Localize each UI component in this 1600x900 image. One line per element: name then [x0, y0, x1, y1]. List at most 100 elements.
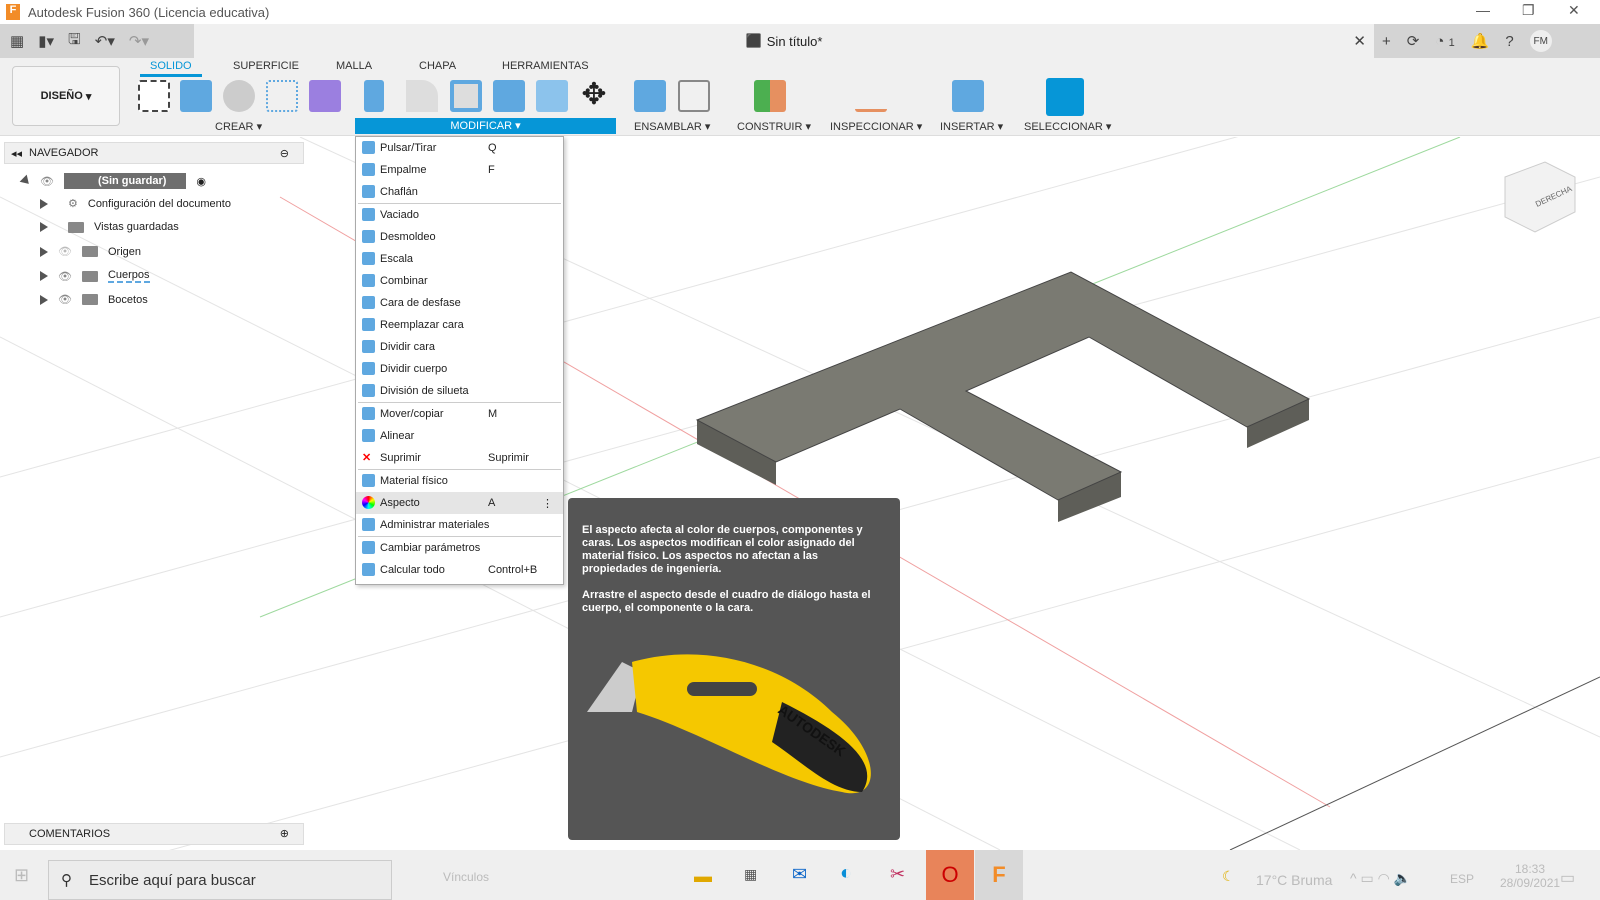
undo-icon[interactable]: ↶▾: [95, 32, 115, 50]
apps-grid-icon[interactable]: ▦: [10, 32, 24, 50]
tab-solido[interactable]: SOLIDO: [140, 60, 202, 77]
split-body-icon[interactable]: [536, 80, 568, 112]
create-sketch-icon[interactable]: [138, 80, 170, 112]
activate-radio-icon[interactable]: ◉: [196, 175, 206, 188]
job-status-icon[interactable]: ◔ 1: [1435, 33, 1454, 50]
clock[interactable]: 18:33 28/09/2021: [1500, 862, 1560, 890]
weather-text[interactable]: 17°C Bruma: [1256, 872, 1332, 888]
workspace-dropdown[interactable]: DISEÑO ▾: [12, 66, 120, 126]
expand-icon[interactable]: [40, 198, 48, 209]
close-tab-icon[interactable]: ✕: [1353, 32, 1366, 50]
browser-item-sketches[interactable]: 👁 Bocetos: [40, 293, 148, 306]
links-toolbar[interactable]: Vínculos: [443, 870, 489, 884]
mail-icon[interactable]: ✉: [792, 864, 807, 885]
weather-icon[interactable]: ☾: [1222, 868, 1235, 885]
store-icon[interactable]: ▦: [744, 866, 757, 883]
fillet-icon[interactable]: [406, 80, 438, 112]
tab-superficie[interactable]: SUPERFICIE: [233, 60, 299, 72]
joint-icon[interactable]: [678, 80, 710, 112]
combine-icon[interactable]: [493, 80, 525, 112]
eye-icon[interactable]: 👁: [58, 293, 72, 306]
revolve-icon[interactable]: [223, 80, 255, 112]
menu-item-vaciado[interactable]: Vaciado: [356, 204, 563, 226]
opera-icon[interactable]: O: [926, 850, 974, 900]
file-explorer-icon[interactable]: ▬: [694, 866, 712, 887]
menu-item-material-fisico[interactable]: Material físico: [356, 470, 563, 492]
close-window-button[interactable]: ✕: [1568, 2, 1580, 19]
document-tab[interactable]: ⬛ Sin título* ✕: [194, 24, 1374, 58]
minimize-browser-icon[interactable]: ⊖: [280, 147, 289, 160]
eye-icon[interactable]: 👁: [58, 270, 72, 283]
menu-item-dividir-cuerpo[interactable]: Dividir cuerpo: [356, 358, 563, 380]
more-options-icon[interactable]: ⋮: [542, 497, 553, 510]
measure-icon[interactable]: [855, 80, 887, 112]
taskbar-search[interactable]: ⚲ Escribe aquí para buscar: [48, 860, 392, 900]
tab-herramientas[interactable]: HERRAMIENTAS: [502, 60, 589, 72]
construir-group[interactable]: CONSTRUIR ▾: [737, 120, 811, 133]
crear-group[interactable]: CREAR ▾: [215, 120, 262, 133]
menu-item-chaflan[interactable]: Chaflán: [356, 181, 563, 203]
edge-icon[interactable]: ◐: [840, 862, 852, 885]
move-icon[interactable]: ✥: [578, 80, 610, 112]
browser-item-bodies[interactable]: 👁 Cuerpos: [40, 269, 150, 283]
extrude-icon[interactable]: [180, 80, 212, 112]
menu-item-cara-de-desfase[interactable]: Cara de desfase: [356, 292, 563, 314]
offset-plane-icon[interactable]: [754, 80, 786, 112]
menu-item-reemplazar-cara[interactable]: Reemplazar cara: [356, 314, 563, 336]
language-indicator[interactable]: ESP: [1450, 872, 1474, 886]
insert-image-icon[interactable]: [952, 80, 984, 112]
menu-item-administrar-materiales[interactable]: Administrar materiales: [356, 514, 563, 536]
menu-item-suprimir[interactable]: ✕ Suprimir Suprimir: [356, 447, 563, 469]
extensions-icon[interactable]: ⟳: [1407, 32, 1420, 50]
file-menu-icon[interactable]: ▮▾: [38, 32, 54, 50]
menu-item-alinear[interactable]: Alinear: [356, 425, 563, 447]
menu-item-mover-copiar[interactable]: Mover/copiar M: [356, 403, 563, 425]
browser-item-views[interactable]: Vistas guardadas: [40, 221, 179, 233]
expand-icon[interactable]: [40, 222, 48, 232]
menu-item-calcular-todo[interactable]: Calcular todo Control+B: [356, 559, 563, 581]
expand-icon[interactable]: [40, 294, 48, 305]
expand-icon[interactable]: [40, 246, 48, 257]
fusion-taskbar-icon[interactable]: F: [975, 850, 1023, 900]
collapse-browser-icon[interactable]: ◂◂: [11, 147, 22, 160]
restore-button[interactable]: ❐: [1522, 2, 1535, 19]
start-windows-icon[interactable]: ⊞: [14, 865, 29, 886]
pattern-icon[interactable]: [266, 80, 298, 112]
eye-icon[interactable]: 👁: [40, 175, 54, 188]
menu-item-aspecto[interactable]: Aspecto A ⋮: [356, 492, 563, 514]
new-component-icon[interactable]: [634, 80, 666, 112]
redo-icon[interactable]: ↷▾: [129, 32, 149, 50]
menu-item-dividir-cara[interactable]: Dividir cara: [356, 336, 563, 358]
shell-icon[interactable]: [450, 80, 482, 112]
tab-malla[interactable]: MALLA: [336, 60, 372, 72]
browser-item-config[interactable]: ⚙ Configuración del documento: [40, 197, 231, 210]
minimize-button[interactable]: —: [1476, 2, 1490, 18]
add-comment-icon[interactable]: ⊕: [280, 824, 289, 844]
notifications-icon[interactable]: 🔔: [1471, 32, 1490, 50]
help-icon[interactable]: ?: [1505, 33, 1513, 50]
inspeccionar-group[interactable]: INSPECCIONAR ▾: [830, 120, 922, 133]
action-center-icon[interactable]: ▭: [1560, 868, 1575, 888]
expand-icon[interactable]: [19, 174, 33, 188]
new-tab-icon[interactable]: +: [1382, 33, 1391, 50]
menu-item-division-de-silueta[interactable]: División de silueta: [356, 380, 563, 402]
avatar[interactable]: FM: [1529, 30, 1552, 52]
viewcube[interactable]: DERECHA: [1504, 161, 1576, 233]
menu-item-empalme[interactable]: Empalme F: [356, 159, 563, 181]
seleccionar-group[interactable]: SELECCIONAR ▾: [1024, 120, 1111, 133]
ensamblar-group[interactable]: ENSAMBLAR ▾: [634, 120, 710, 133]
eye-hidden-icon[interactable]: 👁: [58, 245, 72, 258]
modificar-group[interactable]: MODIFICAR ▾: [355, 118, 616, 134]
form-icon[interactable]: [309, 80, 341, 112]
menu-item-cambiar-parametros[interactable]: Cambiar parámetros: [356, 537, 563, 559]
select-icon[interactable]: [1046, 78, 1084, 116]
snip-icon[interactable]: ✂: [890, 864, 905, 885]
browser-item-origin[interactable]: 👁 Origen: [40, 245, 141, 258]
save-icon[interactable]: 🖫: [68, 29, 81, 54]
tab-chapa[interactable]: CHAPA: [419, 60, 456, 72]
insertar-group[interactable]: INSERTAR ▾: [940, 120, 1003, 133]
menu-item-combinar[interactable]: Combinar: [356, 270, 563, 292]
menu-item-desmoldeo[interactable]: Desmoldeo: [356, 226, 563, 248]
browser-root[interactable]: 👁 (Sin guardar) ◉: [19, 173, 206, 189]
menu-item-pulsar-tirar[interactable]: Pulsar/Tirar Q: [356, 137, 563, 159]
